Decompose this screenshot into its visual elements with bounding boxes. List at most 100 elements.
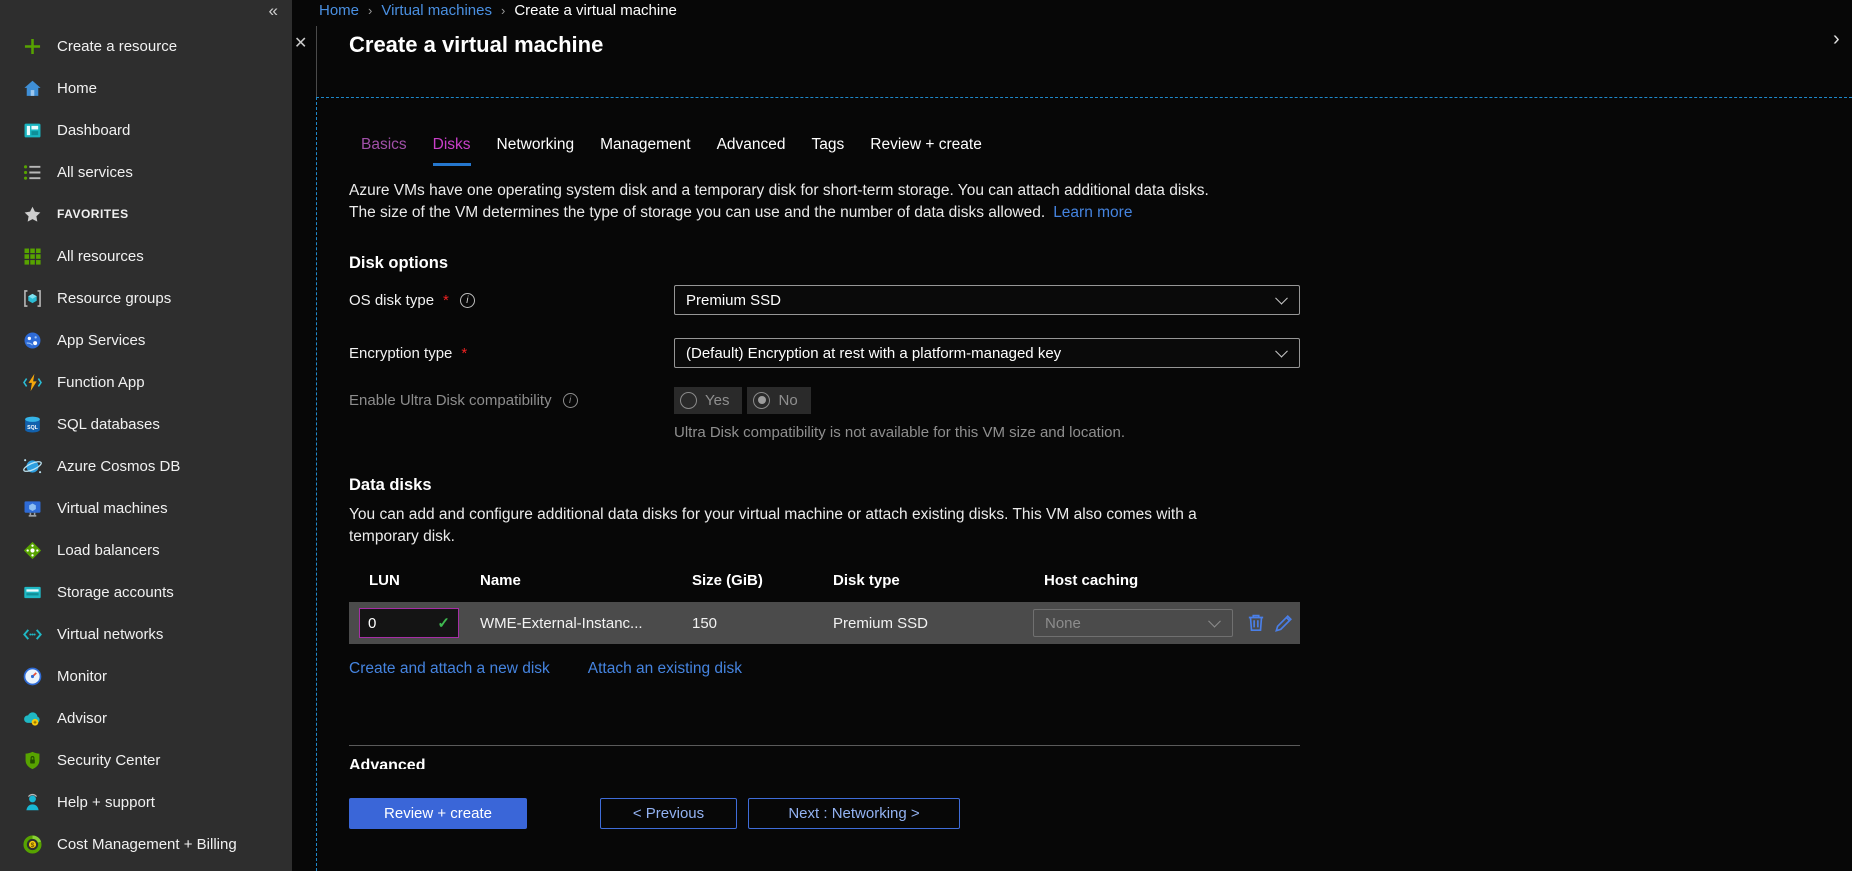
sidebar-item-label: All resources: [57, 248, 144, 265]
sidebar-item-label: All services: [57, 164, 133, 181]
svg-text:$: $: [31, 841, 35, 848]
wizard-tabs: Basics Disks Networking Management Advan…: [361, 136, 982, 166]
ultra-disk-note: Ultra Disk compatibility is not availabl…: [674, 424, 1125, 441]
cost-management-icon: $: [22, 834, 43, 855]
sidebar-item-azure-cosmos-db[interactable]: Azure Cosmos DB: [0, 445, 292, 487]
os-disk-type-label: OS disk type*: [349, 292, 674, 309]
intro-line-2: The size of the VM determines the type o…: [349, 202, 1209, 224]
tab-management[interactable]: Management: [600, 136, 690, 166]
sidebar-item-help-support[interactable]: Help + support: [0, 781, 292, 823]
sidebar-item-monitor[interactable]: Monitor: [0, 655, 292, 697]
required-asterisk: *: [443, 292, 449, 309]
star-icon: [22, 204, 43, 225]
delete-disk-icon[interactable]: [1245, 612, 1267, 634]
sidebar: « Create a resource Home Dashboard All s…: [0, 0, 292, 871]
data-disks-heading: Data disks: [349, 476, 432, 495]
create-attach-new-disk-link[interactable]: Create and attach a new disk: [349, 660, 550, 678]
function-app-icon: [22, 372, 43, 393]
tab-networking[interactable]: Networking: [497, 136, 575, 166]
encryption-type-label: Encryption type*: [349, 345, 674, 362]
sidebar-item-storage-accounts[interactable]: Storage accounts: [0, 571, 292, 613]
panel-expand-icon[interactable]: ›: [1833, 28, 1840, 51]
sidebar-item-home[interactable]: Home: [0, 67, 292, 109]
sidebar-item-security-center[interactable]: Security Center: [0, 739, 292, 781]
tab-basics[interactable]: Basics: [361, 136, 407, 166]
help-support-icon: [22, 792, 43, 813]
required-asterisk: *: [461, 345, 467, 362]
virtual-machines-icon: [22, 498, 43, 519]
sidebar-collapse-icon[interactable]: «: [269, 1, 278, 21]
sidebar-item-label: Function App: [57, 374, 145, 391]
all-resources-icon: [22, 246, 43, 267]
panel-left-border: [316, 26, 317, 97]
learn-more-link[interactable]: Learn more: [1053, 204, 1132, 221]
column-header-name: Name: [480, 572, 521, 589]
sidebar-item-dashboard[interactable]: Dashboard: [0, 109, 292, 151]
edit-disk-icon[interactable]: [1273, 612, 1295, 634]
sidebar-item-label: App Services: [57, 332, 145, 349]
sidebar-item-cost-management-billing[interactable]: $ Cost Management + Billing: [0, 823, 292, 865]
resource-groups-icon: [22, 288, 43, 309]
sidebar-item-label: Virtual networks: [57, 626, 163, 643]
wizard-footer: Review + create < Previous Next : Networ…: [349, 798, 1300, 830]
load-balancers-icon: [22, 540, 43, 561]
sidebar-item-label: Monitor: [57, 668, 107, 685]
column-header-host-caching: Host caching: [1044, 572, 1138, 589]
sidebar-item-label: Azure Cosmos DB: [57, 458, 180, 475]
sidebar-item-label: Create a resource: [57, 38, 177, 55]
sidebar-item-app-services[interactable]: App Services: [0, 319, 292, 361]
sidebar-item-function-app[interactable]: Function App: [0, 361, 292, 403]
sidebar-favorites-header: FAVORITES: [0, 193, 292, 235]
sidebar-item-resource-groups[interactable]: Resource groups: [0, 277, 292, 319]
clipped-next-section-heading: Advanced: [349, 757, 489, 769]
column-header-size: Size (GiB): [692, 572, 763, 589]
info-icon[interactable]: [460, 293, 475, 308]
azure-portal-screen: « Create a resource Home Dashboard All s…: [0, 0, 1852, 871]
panel-dashed-border-left: [316, 97, 317, 871]
tab-advanced[interactable]: Advanced: [717, 136, 786, 166]
sidebar-item-label: Dashboard: [57, 122, 130, 139]
tab-disks[interactable]: Disks: [433, 136, 471, 166]
sidebar-item-label: Virtual machines: [57, 500, 168, 517]
disk-size-cell: 150: [692, 602, 717, 644]
sidebar-item-all-services[interactable]: All services: [0, 151, 292, 193]
data-disks-table-header: LUN Name Size (GiB) Disk type Host cachi…: [349, 572, 1300, 596]
disk-name-cell: WME-External-Instanc...: [480, 602, 643, 644]
attach-existing-disk-link[interactable]: Attach an existing disk: [588, 660, 742, 678]
host-caching-dropdown: None: [1033, 609, 1233, 637]
lun-input[interactable]: 0 ✓: [359, 608, 459, 638]
sidebar-item-sql-databases[interactable]: SQL SQL databases: [0, 403, 292, 445]
sidebar-item-label: Home: [57, 80, 97, 97]
review-create-button[interactable]: Review + create: [349, 798, 527, 829]
create-vm-content: Basics Disks Networking Management Advan…: [349, 0, 1300, 871]
home-icon: [22, 78, 43, 99]
chevron-down-icon: [1208, 615, 1221, 628]
encryption-type-value: (Default) Encryption at rest with a plat…: [686, 345, 1061, 362]
radio-unselected-icon: [680, 392, 697, 409]
sql-databases-icon: SQL: [22, 414, 43, 435]
section-divider: [349, 745, 1300, 746]
sidebar-item-all-resources[interactable]: All resources: [0, 235, 292, 277]
security-center-icon: [22, 750, 43, 771]
tab-review-create[interactable]: Review + create: [870, 136, 982, 166]
ultra-disk-radio-no: No: [747, 387, 810, 414]
sidebar-item-virtual-networks[interactable]: Virtual networks: [0, 613, 292, 655]
advisor-icon: [22, 708, 43, 729]
sidebar-item-load-balancers[interactable]: Load balancers: [0, 529, 292, 571]
next-networking-button[interactable]: Next : Networking >: [748, 798, 960, 829]
cosmos-db-icon: [22, 456, 43, 477]
dashboard-icon: [22, 120, 43, 141]
sidebar-item-virtual-machines[interactable]: Virtual machines: [0, 487, 292, 529]
previous-button[interactable]: < Previous: [600, 798, 737, 829]
data-disk-table-row: 0 ✓ WME-External-Instanc... 150 Premium …: [349, 602, 1300, 644]
column-header-disk-type: Disk type: [833, 572, 900, 589]
sidebar-item-create-a-resource[interactable]: Create a resource: [0, 25, 292, 67]
sidebar-item-advisor[interactable]: Advisor: [0, 697, 292, 739]
sidebar-item-label: Advisor: [57, 710, 107, 727]
lun-value: 0: [368, 615, 376, 632]
info-icon: [563, 393, 578, 408]
os-disk-type-dropdown[interactable]: Premium SSD: [674, 285, 1300, 315]
encryption-type-dropdown[interactable]: (Default) Encryption at rest with a plat…: [674, 338, 1300, 368]
panel-close-icon[interactable]: ✕: [294, 33, 307, 53]
tab-tags[interactable]: Tags: [812, 136, 845, 166]
